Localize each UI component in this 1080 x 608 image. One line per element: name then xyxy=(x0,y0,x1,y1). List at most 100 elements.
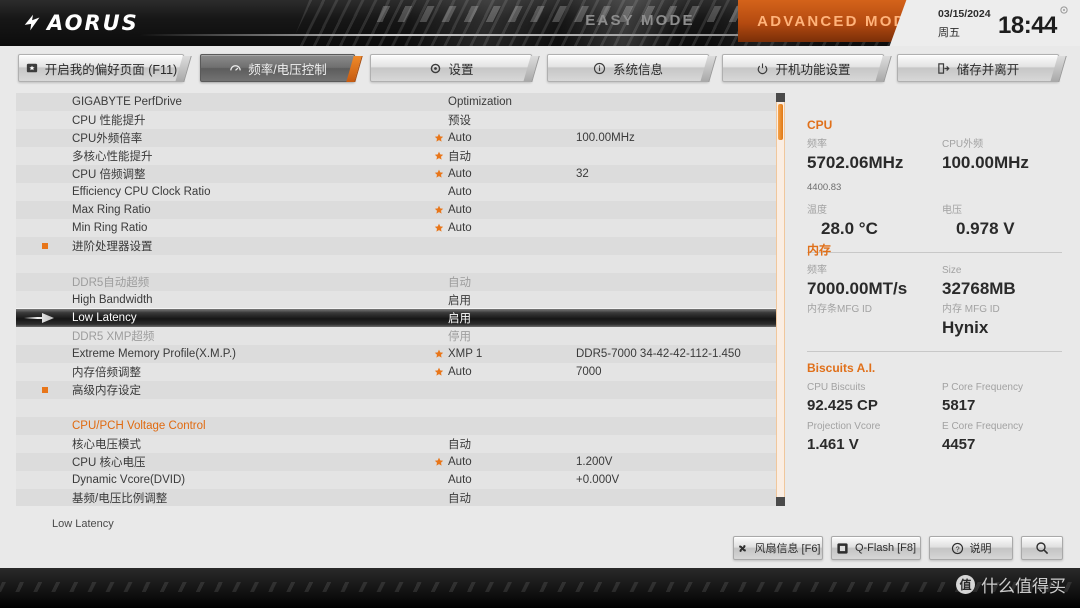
settings-row[interactable]: CPU 倍频调整 Auto 32 xyxy=(16,165,778,183)
projection-vcore-value: 1.461 V xyxy=(807,436,859,453)
setting-value-detail: +0.000V xyxy=(576,474,620,486)
cpu-biscuits-label: CPU Biscuits xyxy=(807,382,866,393)
scroll-down-button[interactable] xyxy=(776,497,785,506)
settings-row[interactable]: 多核心性能提升 自动 xyxy=(16,147,778,165)
search-button[interactable] xyxy=(1021,536,1063,560)
favorite-star-icon[interactable] xyxy=(434,169,444,179)
setting-label: CPU 倍频调整 xyxy=(72,169,146,181)
memory-frequency-field: 频率 7000.00MT/s xyxy=(807,263,942,300)
settings-row[interactable]: CPU/PCH Voltage Control xyxy=(16,417,778,435)
setting-value[interactable]: Auto xyxy=(448,456,472,468)
settings-row[interactable]: 基频/电压比例调整 自动 xyxy=(16,489,778,506)
favorite-star-icon[interactable] xyxy=(434,367,444,377)
cpu-temperature-value: 28.0 °C xyxy=(821,219,878,238)
settings-row[interactable]: DDR5自动超频 自动 xyxy=(16,273,778,291)
help-label: 说明 xyxy=(969,543,992,555)
settings-list[interactable]: GIGABYTE PerfDrive Optimization CPU 性能提升 预设… xyxy=(16,93,778,506)
list-spacer xyxy=(16,255,778,273)
q-flash-button[interactable]: Q-Flash [F8] xyxy=(831,536,921,560)
settings-row[interactable]: Max Ring Ratio Auto xyxy=(16,201,778,219)
settings-row[interactable]: CPU 核心电压 Auto 1.200V xyxy=(16,453,778,471)
submenu-marker-icon xyxy=(42,387,48,393)
setting-value[interactable]: Optimization xyxy=(448,96,512,108)
settings-row[interactable]: CPU 性能提升 预设 xyxy=(16,111,778,129)
favorite-star-icon[interactable] xyxy=(434,349,444,359)
settings-row[interactable]: Low Latency 启用 xyxy=(16,308,778,328)
tab-settings[interactable]: 设置 xyxy=(370,54,532,82)
setting-value[interactable]: 自动 xyxy=(448,490,471,506)
scroll-up-button[interactable] xyxy=(776,93,785,102)
setting-value[interactable]: Auto xyxy=(448,168,472,180)
cpu-frequency-field: 频率 5702.06MHz 4400.83 xyxy=(807,137,942,199)
favorite-star-icon[interactable] xyxy=(434,223,444,233)
memory-frequency-value: 7000.00MT/s xyxy=(807,279,908,298)
setting-value[interactable]: 停用 xyxy=(448,328,471,344)
clock-time[interactable]: 18:44 xyxy=(998,12,1057,40)
settings-row[interactable]: CPU外频倍率 Auto 100.00MHz xyxy=(16,129,778,147)
settings-row[interactable]: 内存倍频调整 Auto 7000 xyxy=(16,363,778,381)
settings-row[interactable]: Extreme Memory Profile(X.M.P.) XMP 1 DDR5-… xyxy=(16,345,778,363)
setting-value[interactable]: 预设 xyxy=(448,112,471,128)
bottom-bar xyxy=(0,568,1080,608)
setting-value[interactable]: Auto xyxy=(448,204,472,216)
fan-info-button[interactable]: 风扇信息 [F6] xyxy=(733,536,823,560)
setting-value[interactable]: Auto xyxy=(448,132,472,144)
setting-value[interactable]: 自动 xyxy=(448,274,471,290)
setting-value[interactable]: Auto xyxy=(448,186,472,198)
tab-system-info[interactable]: 系统信息 xyxy=(547,54,709,82)
gear-icon xyxy=(428,61,442,75)
top-header: AORUS EASY MODE ADVANCED MODE 03/15/2024… xyxy=(0,0,1080,46)
settings-row[interactable]: Efficiency CPU Clock Ratio Auto xyxy=(16,183,778,201)
settings-row[interactable]: High Bandwidth 启用 xyxy=(16,291,778,309)
aorus-falcon-icon xyxy=(24,14,40,31)
setting-value-detail: DDR5-7000 34-42-42-112-1.450 xyxy=(576,348,741,360)
tab-save-and-exit[interactable]: 储存并离开 xyxy=(897,54,1059,82)
cpu-temperature-label: 温度 xyxy=(807,205,827,216)
cpu-voltage-value: 0.978 V xyxy=(956,219,1015,238)
q-flash-label: Q-Flash [F8] xyxy=(854,542,917,554)
easy-mode-tab[interactable]: EASY MODE xyxy=(546,6,734,34)
favorite-star-icon[interactable] xyxy=(434,133,444,143)
settings-row[interactable]: Dynamic Vcore(DVID) Auto +0.000V xyxy=(16,471,778,489)
setting-value[interactable]: Auto xyxy=(448,366,472,378)
tab-boot-settings[interactable]: 开机功能设置 xyxy=(722,54,884,82)
setting-value-detail: 7000 xyxy=(576,366,602,378)
setting-label: 多核心性能提升 xyxy=(72,151,153,163)
setting-value[interactable]: XMP 1 xyxy=(448,348,482,360)
setting-label: 核心电压模式 xyxy=(72,439,141,451)
favorite-star-icon[interactable] xyxy=(434,205,444,215)
settings-row[interactable]: Min Ring Ratio Auto xyxy=(16,219,778,237)
favorite-star-icon[interactable] xyxy=(434,151,444,161)
settings-row[interactable]: DDR5 XMP超频 停用 xyxy=(16,327,778,345)
tab-favorites[interactable]: 开启我的偏好页面 (F11) xyxy=(18,54,184,82)
setting-value[interactable]: 启用 xyxy=(448,292,471,308)
watermark-text: 什么值得买 xyxy=(981,577,1066,596)
setting-value[interactable]: Auto xyxy=(448,474,472,486)
memory-mfg-field: 内存 MFG ID Hynix xyxy=(942,302,1077,339)
memory-size-label: Size xyxy=(942,265,962,276)
gear-icon[interactable] xyxy=(1058,4,1070,16)
scrollbar-track[interactable] xyxy=(776,93,785,506)
settings-row[interactable]: 进阶处理器设置 xyxy=(16,237,778,255)
scrollbar-thumb[interactable] xyxy=(778,104,783,140)
tab-frequency-voltage[interactable]: 频率/电压控制 xyxy=(200,54,355,82)
tab-boot-settings-label: 开机功能设置 xyxy=(775,62,851,77)
setting-value[interactable]: 自动 xyxy=(448,436,471,452)
setting-label: Efficiency CPU Clock Ratio xyxy=(72,186,211,198)
settings-row[interactable]: GIGABYTE PerfDrive Optimization xyxy=(16,93,778,111)
help-button[interactable]: ? 说明 xyxy=(929,536,1013,560)
setting-label: GIGABYTE PerfDrive xyxy=(72,96,182,108)
cpu-temperature-field: 温度 28.0 °C xyxy=(807,203,942,240)
setting-value[interactable]: Auto xyxy=(448,222,472,234)
cpu-section-title: CPU xyxy=(807,118,833,132)
favorite-star-icon[interactable] xyxy=(434,457,444,467)
setting-value[interactable]: 自动 xyxy=(448,148,471,164)
setting-label: Min Ring Ratio xyxy=(72,222,148,234)
easy-mode-label: EASY MODE xyxy=(585,11,695,29)
settings-row[interactable]: 高级内存设定 xyxy=(16,381,778,399)
memory-mfg-label: 内存 MFG ID xyxy=(942,304,1000,315)
navigation-tabs: 开启我的偏好页面 (F11) 频率/电压控制 设置 系统信息 开机功能设置 储存… xyxy=(0,46,1080,92)
cpu-bclk-value: 100.00MHz xyxy=(942,153,1029,172)
settings-row[interactable]: 核心电压模式 自动 xyxy=(16,435,778,453)
setting-value[interactable]: 启用 xyxy=(448,310,471,326)
